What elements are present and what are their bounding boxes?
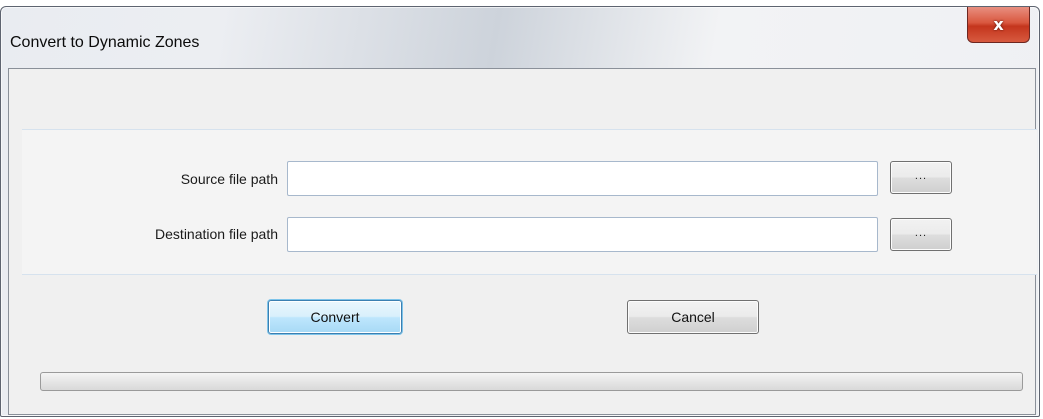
progress-bar <box>40 372 1023 391</box>
destination-file-path-label: Destination file path <box>155 226 278 242</box>
destination-file-path-input[interactable] <box>287 217 878 252</box>
dialog-client-area: Source file path ... Destination file pa… <box>8 68 1037 415</box>
close-icon: x <box>993 15 1004 34</box>
source-file-path-input[interactable] <box>287 161 878 196</box>
dialog-window: Convert to Dynamic Zones x Source file p… <box>0 6 1040 417</box>
window-title: Convert to Dynamic Zones <box>10 34 200 51</box>
cancel-button[interactable]: Cancel <box>627 300 759 334</box>
source-browse-button[interactable]: ... <box>890 161 952 194</box>
file-paths-panel <box>22 129 1037 275</box>
source-file-path-label: Source file path <box>180 171 278 187</box>
convert-button[interactable]: Convert <box>268 300 402 334</box>
close-button[interactable]: x <box>967 7 1030 43</box>
destination-browse-button[interactable]: ... <box>890 218 952 251</box>
